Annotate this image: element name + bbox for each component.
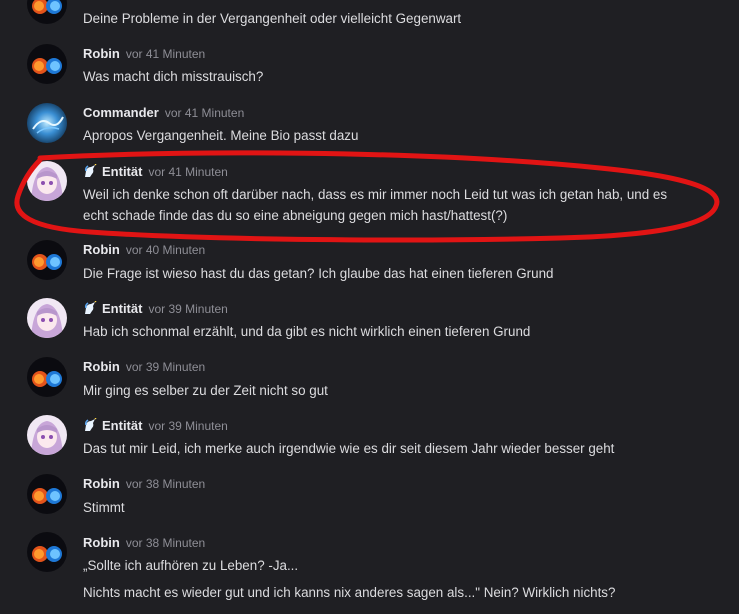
author-name[interactable]: Robin bbox=[83, 242, 120, 257]
timestamp: vor 39 Minuten bbox=[148, 419, 228, 433]
message-text: Deine Probleme in der Vergangenheit oder… bbox=[83, 11, 462, 26]
unicorn-icon bbox=[83, 417, 97, 436]
message-header: Entität vor 39 Minuten bbox=[83, 417, 228, 436]
timestamp: vor 39 Minuten bbox=[148, 302, 228, 316]
author-name[interactable]: Robin bbox=[83, 476, 120, 491]
anime-girl-avatar[interactable] bbox=[27, 415, 67, 455]
message-text: Was macht dich misstrauisch? bbox=[83, 69, 264, 84]
message-text: Nichts macht es wieder gut und ich kanns… bbox=[83, 585, 616, 600]
message-header: Entität vor 39 Minuten bbox=[83, 300, 228, 319]
message-text: Hab ich schonmal erzählt, und da gibt es… bbox=[83, 324, 531, 339]
message-header: Robin vor 38 Minuten bbox=[83, 535, 205, 551]
timestamp: vor 38 Minuten bbox=[125, 536, 206, 550]
author-name[interactable]: Robin bbox=[83, 535, 120, 550]
message-text: echt schade finde das du so eine abneigu… bbox=[83, 208, 508, 223]
anime-girl-avatar[interactable] bbox=[27, 161, 67, 201]
message-header: Entität vor 41 Minuten bbox=[83, 163, 228, 182]
fire-ice-avatar[interactable] bbox=[27, 532, 67, 572]
unicorn-icon bbox=[83, 300, 97, 319]
timestamp: vor 39 Minuten bbox=[125, 360, 206, 374]
author-name[interactable]: Entität bbox=[102, 164, 142, 179]
unicorn-icon bbox=[83, 163, 97, 182]
message-text: „Sollte ich aufhören zu Leben? -Ja... bbox=[83, 558, 299, 573]
message-header: Robin vor 41 Minuten bbox=[83, 46, 205, 62]
message-header: Commander vor 41 Minuten bbox=[83, 105, 244, 121]
timestamp: vor 38 Minuten bbox=[125, 477, 206, 491]
author-name[interactable]: Entität bbox=[102, 301, 142, 316]
fire-ice-avatar[interactable] bbox=[27, 357, 67, 397]
message-text: Apropos Vergangenheit. Meine Bio passt d… bbox=[83, 128, 359, 143]
timestamp: vor 41 Minuten bbox=[148, 165, 228, 179]
fire-ice-avatar[interactable] bbox=[27, 0, 67, 24]
author-name[interactable]: Commander bbox=[83, 105, 159, 120]
message-header: Robin vor 38 Minuten bbox=[83, 476, 205, 492]
timestamp: vor 41 Minuten bbox=[164, 106, 245, 120]
timestamp: vor 40 Minuten bbox=[125, 243, 206, 257]
message-text: Mir ging es selber zu der Zeit nicht so … bbox=[83, 383, 328, 398]
message-header: Robin vor 39 Minuten bbox=[83, 359, 205, 375]
fire-ice-avatar[interactable] bbox=[27, 474, 67, 514]
message-text: Die Frage ist wieso hast du das getan? I… bbox=[83, 266, 554, 281]
author-name[interactable]: Robin bbox=[83, 46, 120, 61]
author-name[interactable]: Robin bbox=[83, 359, 120, 374]
message-header: Robin vor 40 Minuten bbox=[83, 242, 205, 258]
fire-ice-avatar[interactable] bbox=[27, 240, 67, 280]
author-name[interactable]: Entität bbox=[102, 418, 142, 433]
message-text: Das tut mir Leid, ich merke auch irgendw… bbox=[83, 441, 615, 456]
anime-girl-avatar[interactable] bbox=[27, 298, 67, 338]
timestamp: vor 41 Minuten bbox=[125, 47, 206, 61]
message-text: Weil ich denke schon oft darüber nach, d… bbox=[83, 187, 668, 202]
fire-ice-avatar[interactable] bbox=[27, 44, 67, 84]
message-text: Stimmt bbox=[83, 500, 125, 515]
blue-dragon-avatar[interactable] bbox=[27, 103, 67, 143]
